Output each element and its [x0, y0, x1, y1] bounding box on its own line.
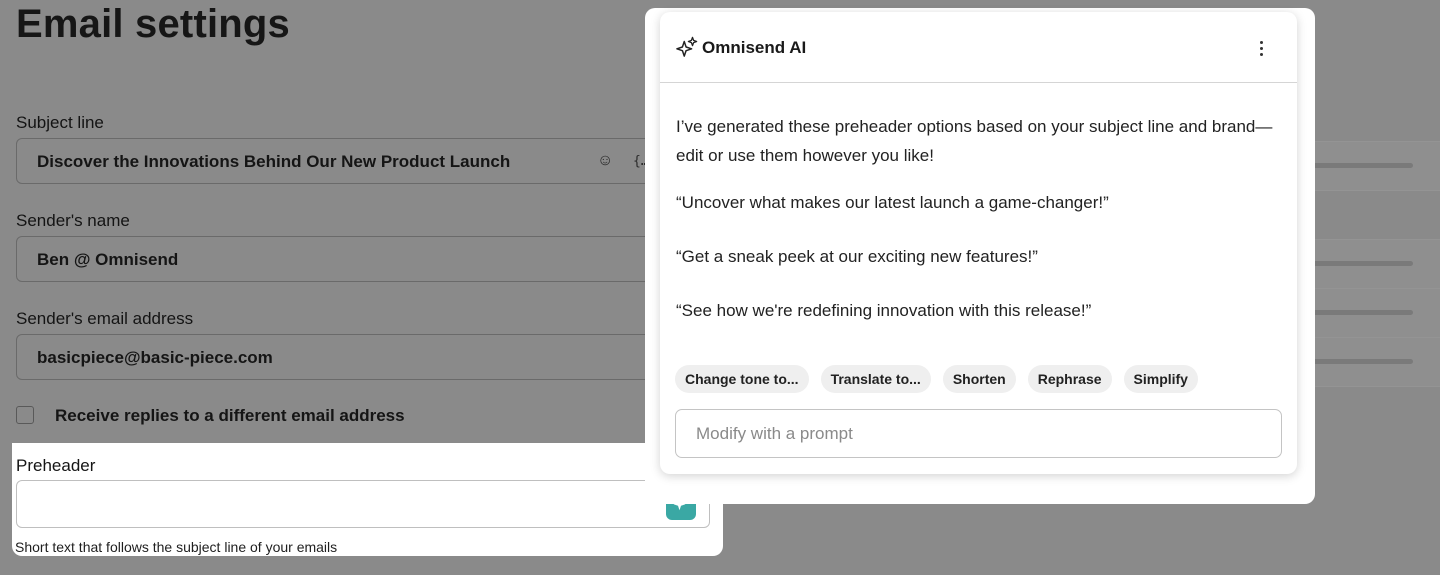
ai-action-chips: Change tone to... Translate to... Shorte…	[675, 365, 1198, 393]
reply-checkbox-label[interactable]: Receive replies to a different email add…	[55, 406, 405, 426]
subject-line-field[interactable]: Discover the Innovations Behind Our New …	[16, 138, 716, 184]
sender-name-value: Ben @ Omnisend	[37, 250, 179, 269]
sender-name-label: Sender's name	[16, 211, 130, 230]
reply-checkbox[interactable]	[16, 406, 34, 424]
subject-line-value: Discover the Innovations Behind Our New …	[37, 152, 511, 171]
preheader-suggestion[interactable]: “Uncover what makes our latest launch a …	[676, 193, 1109, 213]
kebab-icon[interactable]	[1251, 36, 1271, 60]
translate-chip[interactable]: Translate to...	[820, 365, 931, 393]
preheader-suggestion[interactable]: “Get a sneak peek at our exciting new fe…	[676, 247, 1038, 267]
background-row	[1297, 239, 1440, 289]
sender-name-field[interactable]: Ben @ Omnisend	[16, 236, 716, 282]
sender-email-field[interactable]: basicpiece@basic-piece.com	[16, 334, 716, 380]
background-row	[1297, 288, 1440, 338]
emoji-icon[interactable]: ☺	[597, 152, 613, 170]
shorten-chip[interactable]: Shorten	[942, 365, 1016, 393]
background-row	[1297, 337, 1440, 387]
ai-panel-title: Omnisend AI	[702, 38, 807, 57]
preheader-input[interactable]	[16, 480, 710, 528]
prompt-input[interactable]	[675, 409, 1282, 458]
preheader-suggestion[interactable]: “See how we're redefining innovation wit…	[676, 301, 1091, 321]
ai-panel-header: Omnisend AI	[660, 12, 1297, 83]
sender-email-label: Sender's email address	[16, 309, 194, 328]
subject-line-label: Subject line	[16, 113, 104, 132]
page-title: Email settings	[16, 2, 290, 46]
ai-panel-intro: I’ve generated these preheader options b…	[676, 117, 1273, 165]
simplify-chip[interactable]: Simplify	[1123, 365, 1198, 393]
ai-panel: Omnisend AI I’ve generated these prehead…	[660, 12, 1297, 474]
background-row	[1297, 141, 1440, 191]
preheader-label: Preheader	[16, 456, 96, 475]
rephrase-chip[interactable]: Rephrase	[1027, 365, 1112, 393]
change-tone-chip[interactable]: Change tone to...	[675, 365, 809, 393]
preheader-helper-text: Short text that follows the subject line…	[15, 539, 338, 555]
preheader-section: Preheader Short text that follows the su…	[12, 443, 723, 556]
sparkle-outline-icon	[676, 36, 698, 57]
sender-email-value: basicpiece@basic-piece.com	[37, 348, 273, 367]
